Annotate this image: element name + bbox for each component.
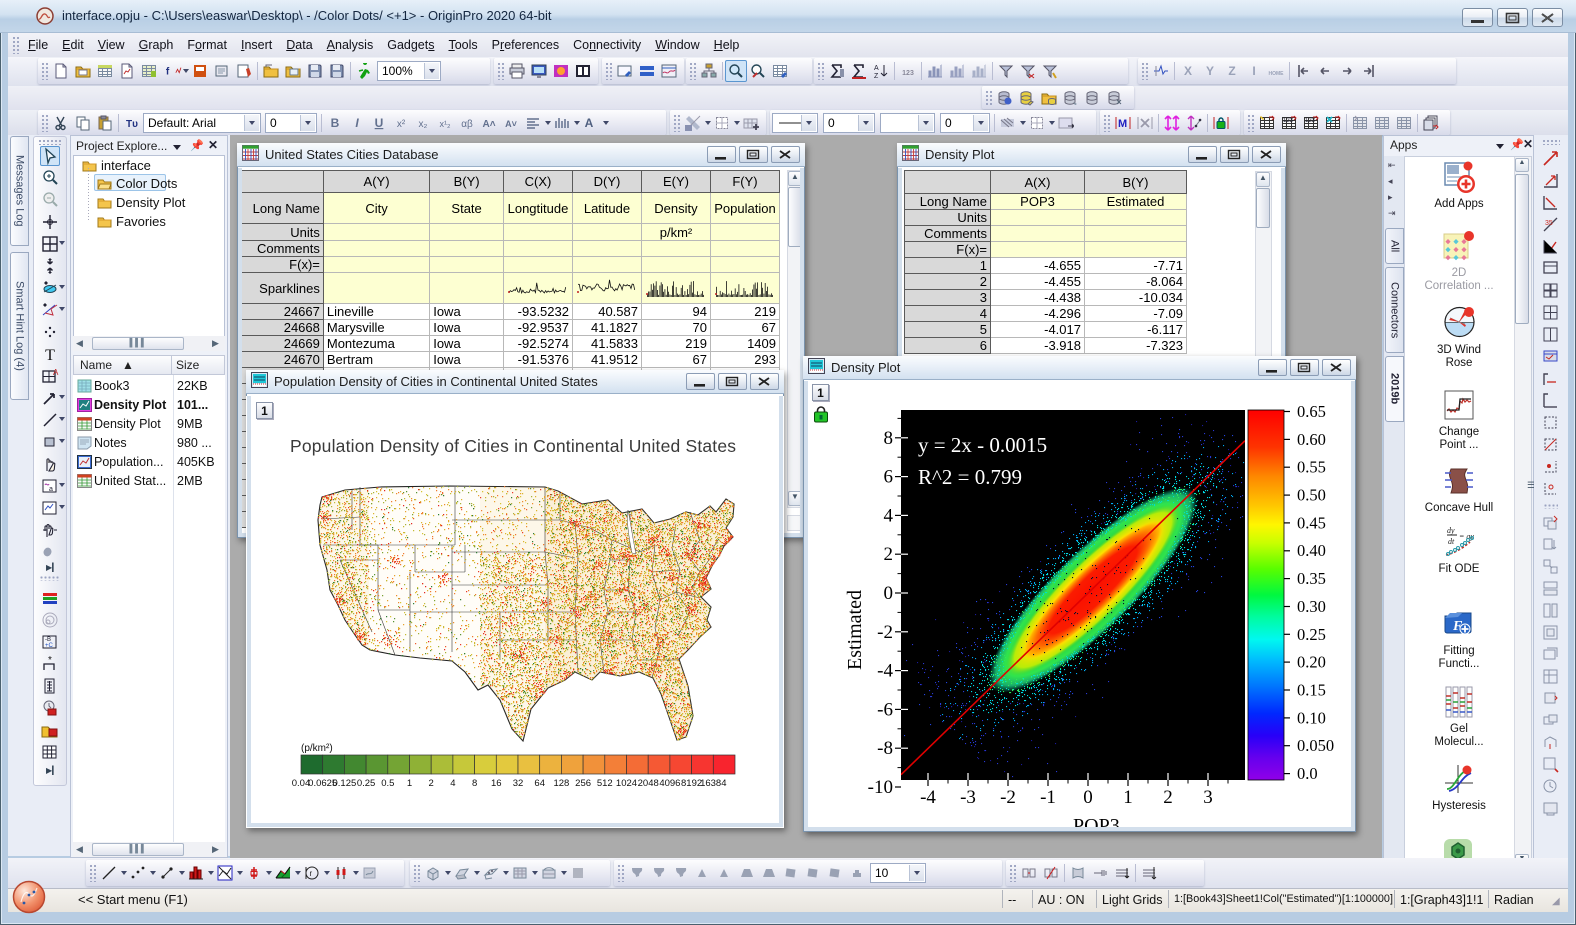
svg-text:0.40: 0.40 <box>1297 541 1326 560</box>
svg-text:0.20: 0.20 <box>1297 653 1326 672</box>
svg-text:y = 2x - 0.0015: y = 2x - 0.0015 <box>918 433 1047 457</box>
svg-text:0.30: 0.30 <box>1297 597 1326 616</box>
svg-text:-2: -2 <box>877 622 893 643</box>
svg-text:A˄: A˄ <box>482 119 495 130</box>
svg-text:A˅: A˅ <box>505 119 517 129</box>
svg-text:2: 2 <box>429 778 434 789</box>
svg-text:X: X <box>1184 64 1192 78</box>
svg-text:-4: -4 <box>877 661 893 682</box>
svg-text:123: 123 <box>1305 118 1316 124</box>
svg-text:6: 6 <box>884 467 894 488</box>
svg-text:0.15: 0.15 <box>1297 681 1326 700</box>
svg-text:2048: 2048 <box>638 778 659 789</box>
svg-text:Z: Z <box>1228 64 1235 78</box>
svg-text:I: I <box>1252 64 1255 78</box>
svg-text:0.25: 0.25 <box>1297 625 1326 644</box>
svg-text:16: 16 <box>491 778 502 789</box>
svg-text:r: r <box>310 869 313 878</box>
svg-text:4: 4 <box>884 505 894 526</box>
svg-text:B: B <box>331 116 340 130</box>
svg-text:-10: -10 <box>868 777 893 798</box>
svg-text:0.45: 0.45 <box>1297 513 1326 532</box>
svg-text:0.050: 0.050 <box>1297 736 1334 755</box>
svg-text:Y: Y <box>1206 64 1214 78</box>
svg-text:1: 1 <box>407 778 412 789</box>
svg-text:0: 0 <box>884 583 894 604</box>
svg-text:0.25: 0.25 <box>357 778 376 789</box>
svg-text:2: 2 <box>884 544 894 565</box>
svg-text:0: 0 <box>1083 787 1093 808</box>
svg-text:1024: 1024 <box>616 778 637 789</box>
svg-text:256: 256 <box>575 778 591 789</box>
svg-text:Tᴜ: Tᴜ <box>126 119 138 130</box>
svg-text:0.55: 0.55 <box>1297 458 1326 477</box>
svg-text:x²: x² <box>397 119 406 130</box>
svg-text:3: 3 <box>1203 787 1213 808</box>
svg-text:8: 8 <box>884 428 894 449</box>
svg-text:-8: -8 <box>877 738 893 759</box>
svg-text:x₂: x₂ <box>419 119 428 130</box>
svg-text:+C: +C <box>45 643 54 649</box>
svg-text:512: 512 <box>597 778 613 789</box>
svg-text:(p/km²): (p/km²) <box>301 743 333 754</box>
svg-text:8192: 8192 <box>681 778 702 789</box>
svg-text:x¹₂: x¹₂ <box>440 119 451 129</box>
svg-text:0.60: 0.60 <box>1297 430 1326 449</box>
svg-text:0.125: 0.125 <box>333 778 357 789</box>
svg-text:-2: -2 <box>1000 787 1016 808</box>
svg-text:dy: dy <box>1447 526 1455 535</box>
svg-text:Population Density of Cities i: Population Density of Cities in Continen… <box>290 436 736 456</box>
svg-text:123: 123 <box>1283 118 1294 124</box>
svg-text:A: A <box>874 65 879 72</box>
svg-text:16384: 16384 <box>700 778 726 789</box>
svg-text:Estimated: Estimated <box>844 590 866 670</box>
svg-text:M: M <box>1118 118 1127 130</box>
svg-text:A: A <box>585 116 594 130</box>
svg-text:HOME: HOME <box>1269 71 1285 77</box>
svg-text:128: 128 <box>553 778 569 789</box>
svg-text:4: 4 <box>450 778 455 789</box>
svg-text:35: 35 <box>1545 220 1553 227</box>
svg-text:-1: -1 <box>1040 787 1056 808</box>
svg-text:0.5: 0.5 <box>381 778 394 789</box>
svg-text:f: f <box>166 66 170 77</box>
svg-text:-3: -3 <box>960 787 976 808</box>
svg-text:POP3: POP3 <box>1073 815 1120 830</box>
svg-text:U: U <box>375 116 384 130</box>
svg-text:123: 123 <box>902 70 914 77</box>
svg-text:-4: -4 <box>920 787 936 808</box>
svg-text:0.35: 0.35 <box>1297 569 1326 588</box>
svg-text:0.65: 0.65 <box>1297 402 1326 421</box>
svg-text:-6: -6 <box>877 699 893 720</box>
svg-text:0.50: 0.50 <box>1297 486 1326 505</box>
svg-text:A: A <box>53 368 59 377</box>
svg-text:32: 32 <box>513 778 524 789</box>
svg-text:Z: Z <box>874 73 879 79</box>
svg-text:I: I <box>355 116 359 130</box>
svg-text:T: T <box>45 347 55 363</box>
svg-text:1: 1 <box>1123 787 1133 808</box>
svg-text:dt: dt <box>1448 537 1455 546</box>
svg-text:2: 2 <box>1163 787 1173 808</box>
svg-text:8: 8 <box>472 778 477 789</box>
svg-text:αβ: αβ <box>461 119 473 130</box>
svg-text:4096: 4096 <box>659 778 680 789</box>
svg-text:0.0: 0.0 <box>1297 764 1318 783</box>
svg-text:a: a <box>49 486 53 493</box>
svg-text:64: 64 <box>534 778 545 789</box>
svg-text:0.10: 0.10 <box>1297 708 1326 727</box>
svg-text:R^2 = 0.799: R^2 = 0.799 <box>918 465 1022 489</box>
